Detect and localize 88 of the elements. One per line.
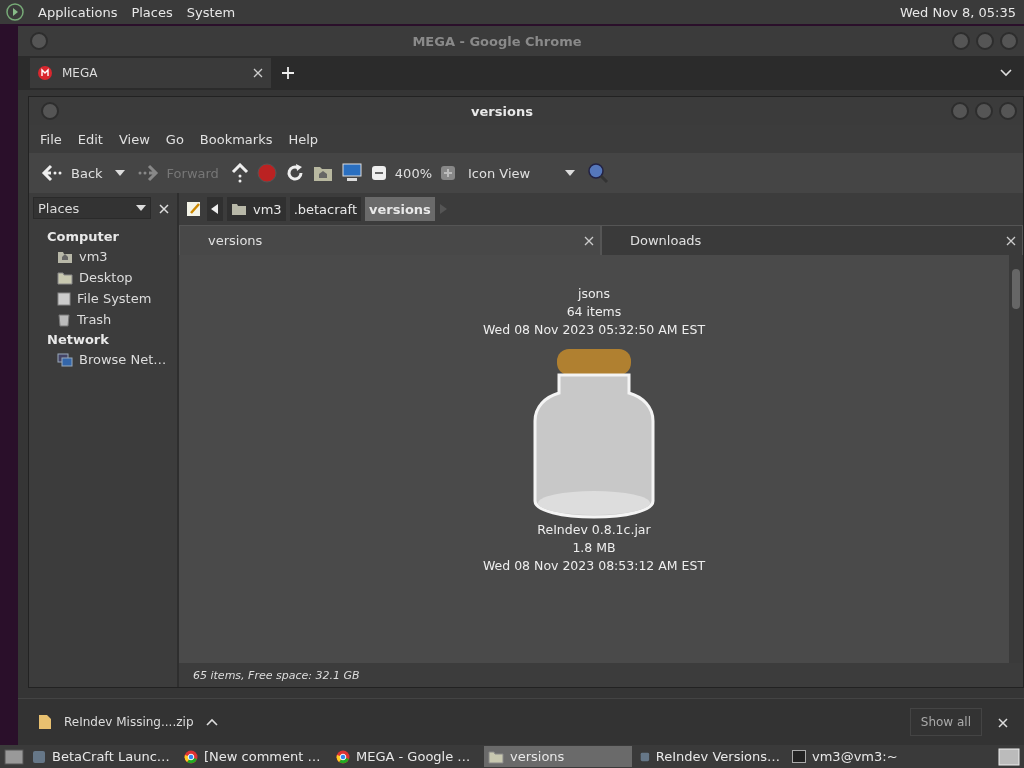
taskbar-button[interactable]: ReIndev Versions…	[636, 746, 784, 767]
dropdown-arrow-icon[interactable]	[114, 170, 125, 176]
folder-icon	[57, 270, 73, 285]
home-folder-icon	[57, 249, 73, 264]
browser-tab[interactable]: MEGA	[30, 58, 271, 88]
back-button[interactable]: Back	[37, 162, 107, 184]
home-folder-icon	[231, 202, 247, 216]
trash-icon	[57, 312, 71, 327]
browser-icon	[184, 749, 198, 764]
folder-tab[interactable]: versions	[179, 225, 601, 255]
forward-arrow-icon	[136, 164, 159, 182]
sidebar-item[interactable]: Desktop	[33, 267, 173, 288]
sidebar-item[interactable]: File System	[33, 288, 173, 309]
tab-title: versions	[208, 233, 264, 248]
caret-icon[interactable]	[565, 170, 575, 176]
close-icon[interactable]	[1006, 235, 1016, 246]
folder-tab[interactable]: Downloads	[601, 225, 1023, 255]
taskbar-button[interactable]: MEGA - Google …	[332, 746, 480, 767]
chevron-up-icon[interactable]	[205, 718, 218, 726]
tab-favicon	[38, 66, 52, 80]
chevron-down-icon[interactable]	[1000, 69, 1012, 77]
caret-icon[interactable]	[136, 205, 146, 211]
sidebar-item[interactable]: vm3	[33, 246, 173, 267]
home-folder-icon[interactable]	[312, 164, 333, 182]
window-title: MEGA - Google Chrome	[411, 33, 583, 49]
view-selector[interactable]: Icon View	[464, 163, 579, 183]
close-icon[interactable]	[159, 203, 169, 214]
path-back-button[interactable]	[207, 197, 223, 221]
left-arrow-icon	[211, 204, 219, 214]
app-icon	[32, 749, 46, 764]
show-all-button[interactable]: Show all	[909, 708, 982, 736]
menu-item[interactable]: Go	[158, 129, 191, 149]
workspace-icon[interactable]	[998, 747, 1020, 766]
zoom-level: 400%	[394, 165, 432, 181]
taskbar-button[interactable]: BetaCraft Launc…	[28, 746, 176, 767]
file-name: ReIndev 0.8.1c.jar	[537, 521, 651, 539]
file-icon	[38, 714, 52, 730]
edit-icon[interactable]	[185, 200, 203, 218]
panel-menu[interactable]: System	[186, 4, 236, 20]
close-icon[interactable]	[998, 717, 1008, 728]
file-date: Wed 08 Nov 2023 05:32:50 AM EST	[482, 321, 706, 339]
folder-icon	[488, 749, 504, 764]
menu-item[interactable]: Help	[281, 129, 326, 149]
file-detail: 64 items	[566, 303, 622, 321]
path-segment[interactable]: versions	[365, 197, 435, 221]
terminal-icon	[792, 750, 806, 763]
download-file-name[interactable]: ReIndev Missing....zip	[64, 715, 194, 729]
logo-icon	[6, 3, 24, 21]
browser-icon	[336, 749, 350, 764]
up-arrow-icon[interactable]	[230, 163, 249, 183]
menu-item[interactable]: File	[33, 129, 69, 149]
window-title: versions	[470, 103, 534, 119]
section-heading: Computer	[46, 228, 121, 246]
close-icon[interactable]	[584, 235, 594, 246]
drive-icon	[57, 291, 71, 306]
sidebar-item[interactable]: Trash	[33, 309, 173, 330]
show-desktop-icon[interactable]	[4, 747, 24, 766]
tab-title: Downloads	[630, 233, 703, 248]
path-segment[interactable]: vm3	[227, 197, 286, 221]
new-tab-icon[interactable]	[281, 66, 295, 80]
clock: Wed Nov 8, 05:35	[900, 4, 1016, 20]
taskbar-button[interactable]: [New comment …	[180, 746, 328, 767]
reload-icon[interactable]	[284, 163, 305, 183]
file-item[interactable]: jsons 64 items Wed 08 Nov 2023 05:32:50 AM EST	[482, 285, 706, 339]
taskbar-button[interactable]: vm3@vm3:~	[788, 746, 936, 767]
file-detail: 1.8 MB	[572, 539, 616, 557]
section-heading: Network	[46, 331, 110, 349]
search-icon[interactable]	[587, 162, 609, 184]
file-date: Wed 08 Nov 2023 08:53:12 AM EST	[482, 557, 706, 575]
taskbar-button[interactable]: versions	[484, 746, 632, 767]
file-name: jsons	[577, 285, 611, 303]
zoom-in-icon[interactable]	[440, 165, 456, 181]
menu-item[interactable]: Bookmarks	[192, 129, 280, 149]
computer-icon[interactable]	[340, 163, 363, 183]
status-text: 65 items, Free space: 32.1 GB	[193, 668, 360, 682]
sidebar-item[interactable]: Browse Net…	[33, 349, 173, 370]
panel-menu[interactable]: Applications	[38, 4, 118, 20]
close-icon[interactable]	[253, 68, 263, 78]
network-icon	[57, 352, 73, 367]
menu-item[interactable]: Edit	[70, 129, 110, 149]
file-item[interactable]: ReIndev 0.8.1c.jar 1.8 MB Wed 08 Nov 2023 08:53:12 AM EST	[482, 345, 706, 575]
panel-menu[interactable]: Places	[131, 4, 173, 20]
zoom-out-icon[interactable]	[370, 165, 387, 181]
back-arrow-icon	[41, 164, 63, 182]
menu-item[interactable]: View	[111, 129, 157, 149]
path-segment[interactable]: .betacraft	[289, 197, 361, 221]
places-dropdown[interactable]: Places	[33, 197, 151, 219]
tab-title: MEGA	[62, 66, 99, 80]
